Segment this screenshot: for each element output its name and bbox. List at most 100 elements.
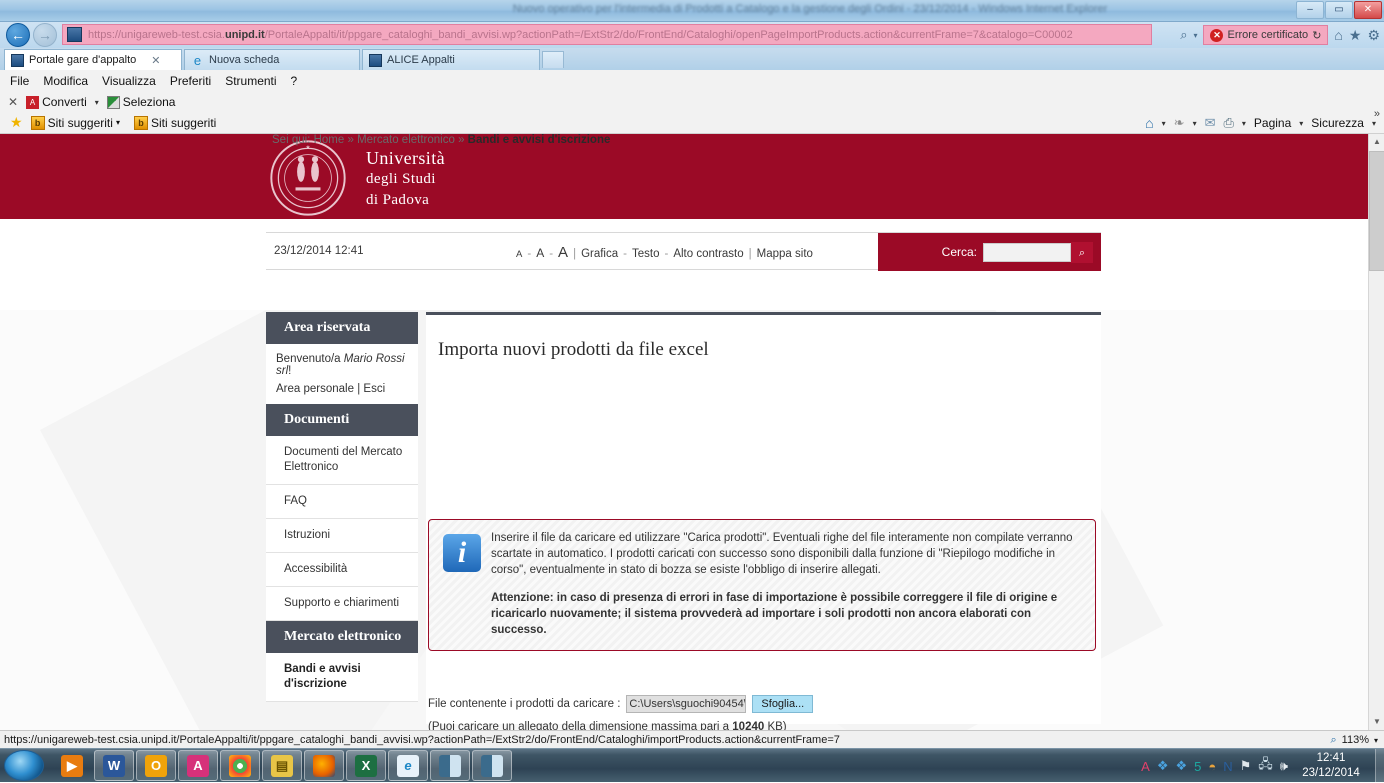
scroll-down-icon[interactable]: ▼ [1369, 714, 1384, 730]
gear-icon[interactable]: ⚙ [1367, 27, 1380, 44]
sidebar-item-documenti-mercato[interactable]: Documenti del Mercato Elettronico [266, 436, 418, 485]
url-input[interactable]: https://unigareweb-test.csia.unipd.it/Po… [62, 24, 1152, 45]
taskbar-item-internet-explorer[interactable]: e [388, 750, 428, 781]
taskbar-item-explorer[interactable]: ▤ [262, 750, 302, 781]
toolbar-overflow-icon[interactable]: » [1374, 108, 1380, 120]
menu-modifica[interactable]: Modifica [43, 74, 88, 88]
acrobat-icon[interactable]: A [1141, 759, 1150, 774]
menu-file[interactable]: File [10, 74, 29, 88]
tab-portale-gare[interactable]: Portale gare d'appalto ✕ [4, 49, 182, 70]
home-icon[interactable]: ⌂ [1145, 115, 1153, 131]
favorite-siti-suggeriti-1[interactable]: b Siti suggeriti ▾ [30, 115, 120, 130]
forward-icon[interactable]: → [33, 23, 57, 47]
sidebar-item-istruzioni[interactable]: Istruzioni [266, 519, 418, 553]
sidebar-item-accessibilita[interactable]: Accessibilità [266, 553, 418, 587]
browse-button[interactable]: Sfoglia... [752, 695, 814, 713]
site-header: ★ Università degli Studi di Padova [0, 134, 1371, 219]
sync-icon[interactable]: ❖ [1157, 758, 1169, 774]
dash: - [664, 248, 669, 260]
chevron-down-icon[interactable]: ▾ [95, 98, 99, 107]
new-tab-button[interactable] [542, 51, 564, 68]
font-size-small-button[interactable]: A [516, 249, 522, 260]
chevron-down-icon[interactable]: ▾ [1299, 119, 1303, 128]
chevron-down-icon[interactable]: ▾ [1162, 119, 1166, 128]
feeds-icon[interactable]: ❧ [1174, 115, 1185, 131]
start-button-icon[interactable] [4, 750, 44, 781]
show-desktop-button[interactable] [1375, 749, 1384, 783]
font-size-medium-button[interactable]: A [536, 246, 544, 260]
link-alto-contrasto[interactable]: Alto contrasto [673, 248, 743, 260]
taskbar-item-excel[interactable]: X [346, 750, 386, 781]
page-menu-label[interactable]: Pagina [1254, 116, 1291, 130]
certificate-error-badge[interactable]: ✕ Errore certificato ↻ [1203, 25, 1329, 45]
minimize-button[interactable]: – [1296, 1, 1324, 19]
link-mappa-sito[interactable]: Mappa sito [757, 248, 813, 260]
sync-icon[interactable]: ❖ [1176, 758, 1188, 774]
breadcrumb-level-2[interactable]: Mercato elettronico [357, 134, 455, 146]
taskbar-item-access[interactable]: A [178, 750, 218, 781]
search-input[interactable] [983, 242, 1071, 262]
close-icon[interactable]: ✕ [8, 95, 18, 109]
favorite-siti-suggeriti-2[interactable]: b Siti suggeriti [133, 115, 216, 130]
taskbar-item-firefox[interactable] [304, 750, 344, 781]
taskbar-item-media-player[interactable]: ▶ [52, 750, 92, 781]
breadcrumb-home[interactable]: Home [314, 134, 345, 146]
home-icon[interactable]: ⌂ [1334, 27, 1342, 43]
clock[interactable]: 12:41 23/12/2014 [1292, 751, 1370, 781]
menu-preferiti[interactable]: Preferiti [170, 74, 211, 88]
university-line-1: Università [366, 148, 445, 168]
back-icon[interactable]: ← [6, 23, 30, 47]
chevron-down-icon[interactable]: ▾ [1193, 31, 1197, 40]
update-icon[interactable]: ◓ [1208, 759, 1216, 774]
search-button[interactable]: ⌕ [1071, 241, 1093, 263]
chevron-down-icon[interactable]: ▾ [116, 118, 120, 127]
scrollbar-thumb[interactable] [1369, 151, 1384, 271]
security-menu-label[interactable]: Sicurezza [1311, 116, 1364, 130]
link-grafica[interactable]: Grafica [581, 248, 618, 260]
close-button[interactable]: ✕ [1354, 1, 1382, 19]
action-center-icon[interactable]: ⚑ [1240, 758, 1252, 774]
taskbar-item-window-1[interactable] [430, 750, 470, 781]
tab-alice-appalti[interactable]: ALICE Appalti [362, 49, 540, 70]
select-button[interactable]: Seleziona [106, 95, 175, 109]
zoom-icon[interactable]: ⌕ [1330, 734, 1336, 747]
menu-visualizza[interactable]: Visualizza [102, 74, 156, 88]
chevron-down-icon[interactable]: ▾ [1242, 119, 1246, 128]
file-path-input[interactable]: C:\Users\sguochi90454\D [626, 695, 747, 713]
sidebar-item-bandi-avvisi[interactable]: Bandi e avvisi d'iscrizione [266, 653, 418, 702]
smart-card-icon[interactable]: 5 [1194, 759, 1201, 774]
close-icon[interactable]: ✕ [151, 54, 160, 67]
page-scrollbar[interactable]: ▲ ▼ [1368, 134, 1384, 730]
tab-nuova-scheda[interactable]: e Nuova scheda [184, 49, 360, 70]
font-size-large-button[interactable]: A [558, 244, 568, 261]
sidebar-item-supporto[interactable]: Supporto e chiarimenti [266, 587, 418, 621]
print-icon[interactable]: ⎙ [1223, 115, 1233, 131]
mail-icon[interactable]: ✉ [1205, 115, 1216, 131]
link-testo[interactable]: Testo [632, 248, 660, 260]
taskbar-item-chrome[interactable] [220, 750, 260, 781]
scroll-up-icon[interactable]: ▲ [1369, 134, 1384, 150]
lotus-notes-icon[interactable]: N [1223, 759, 1232, 774]
breadcrumb-prefix: Sei qui: [272, 134, 311, 146]
search-icon[interactable]: ⌕ [1180, 27, 1187, 43]
refresh-icon[interactable]: ↻ [1312, 29, 1321, 42]
menu-help[interactable]: ? [291, 74, 298, 88]
taskbar-item-window-2[interactable] [472, 750, 512, 781]
link-area-personale[interactable]: Area personale [276, 383, 354, 395]
menu-strumenti[interactable]: Strumenti [225, 74, 276, 88]
volume-icon[interactable]: 🕪 [1280, 758, 1288, 774]
taskbar-item-outlook[interactable]: O [136, 750, 176, 781]
taskbar-item-word[interactable]: W [94, 750, 134, 781]
maximize-button[interactable]: ▭ [1325, 1, 1353, 19]
link-esci[interactable]: Esci [363, 383, 385, 395]
chevron-down-icon[interactable]: ▾ [1374, 736, 1378, 745]
zoom-level[interactable]: 113% [1342, 734, 1369, 746]
favorites-star-icon[interactable]: ★ [1349, 27, 1362, 44]
chevron-down-icon[interactable]: ▾ [1193, 119, 1197, 128]
network-icon[interactable]: 🖧 [1258, 755, 1273, 777]
sidebar-item-faq[interactable]: FAQ [266, 485, 418, 519]
links-separator: | [357, 383, 361, 395]
accessibility-controls: A - A - A | Grafica - Testo - Alto contr… [516, 244, 813, 261]
favorites-star-icon[interactable]: ★ [10, 114, 23, 131]
convert-button[interactable]: A Converti [26, 95, 87, 109]
